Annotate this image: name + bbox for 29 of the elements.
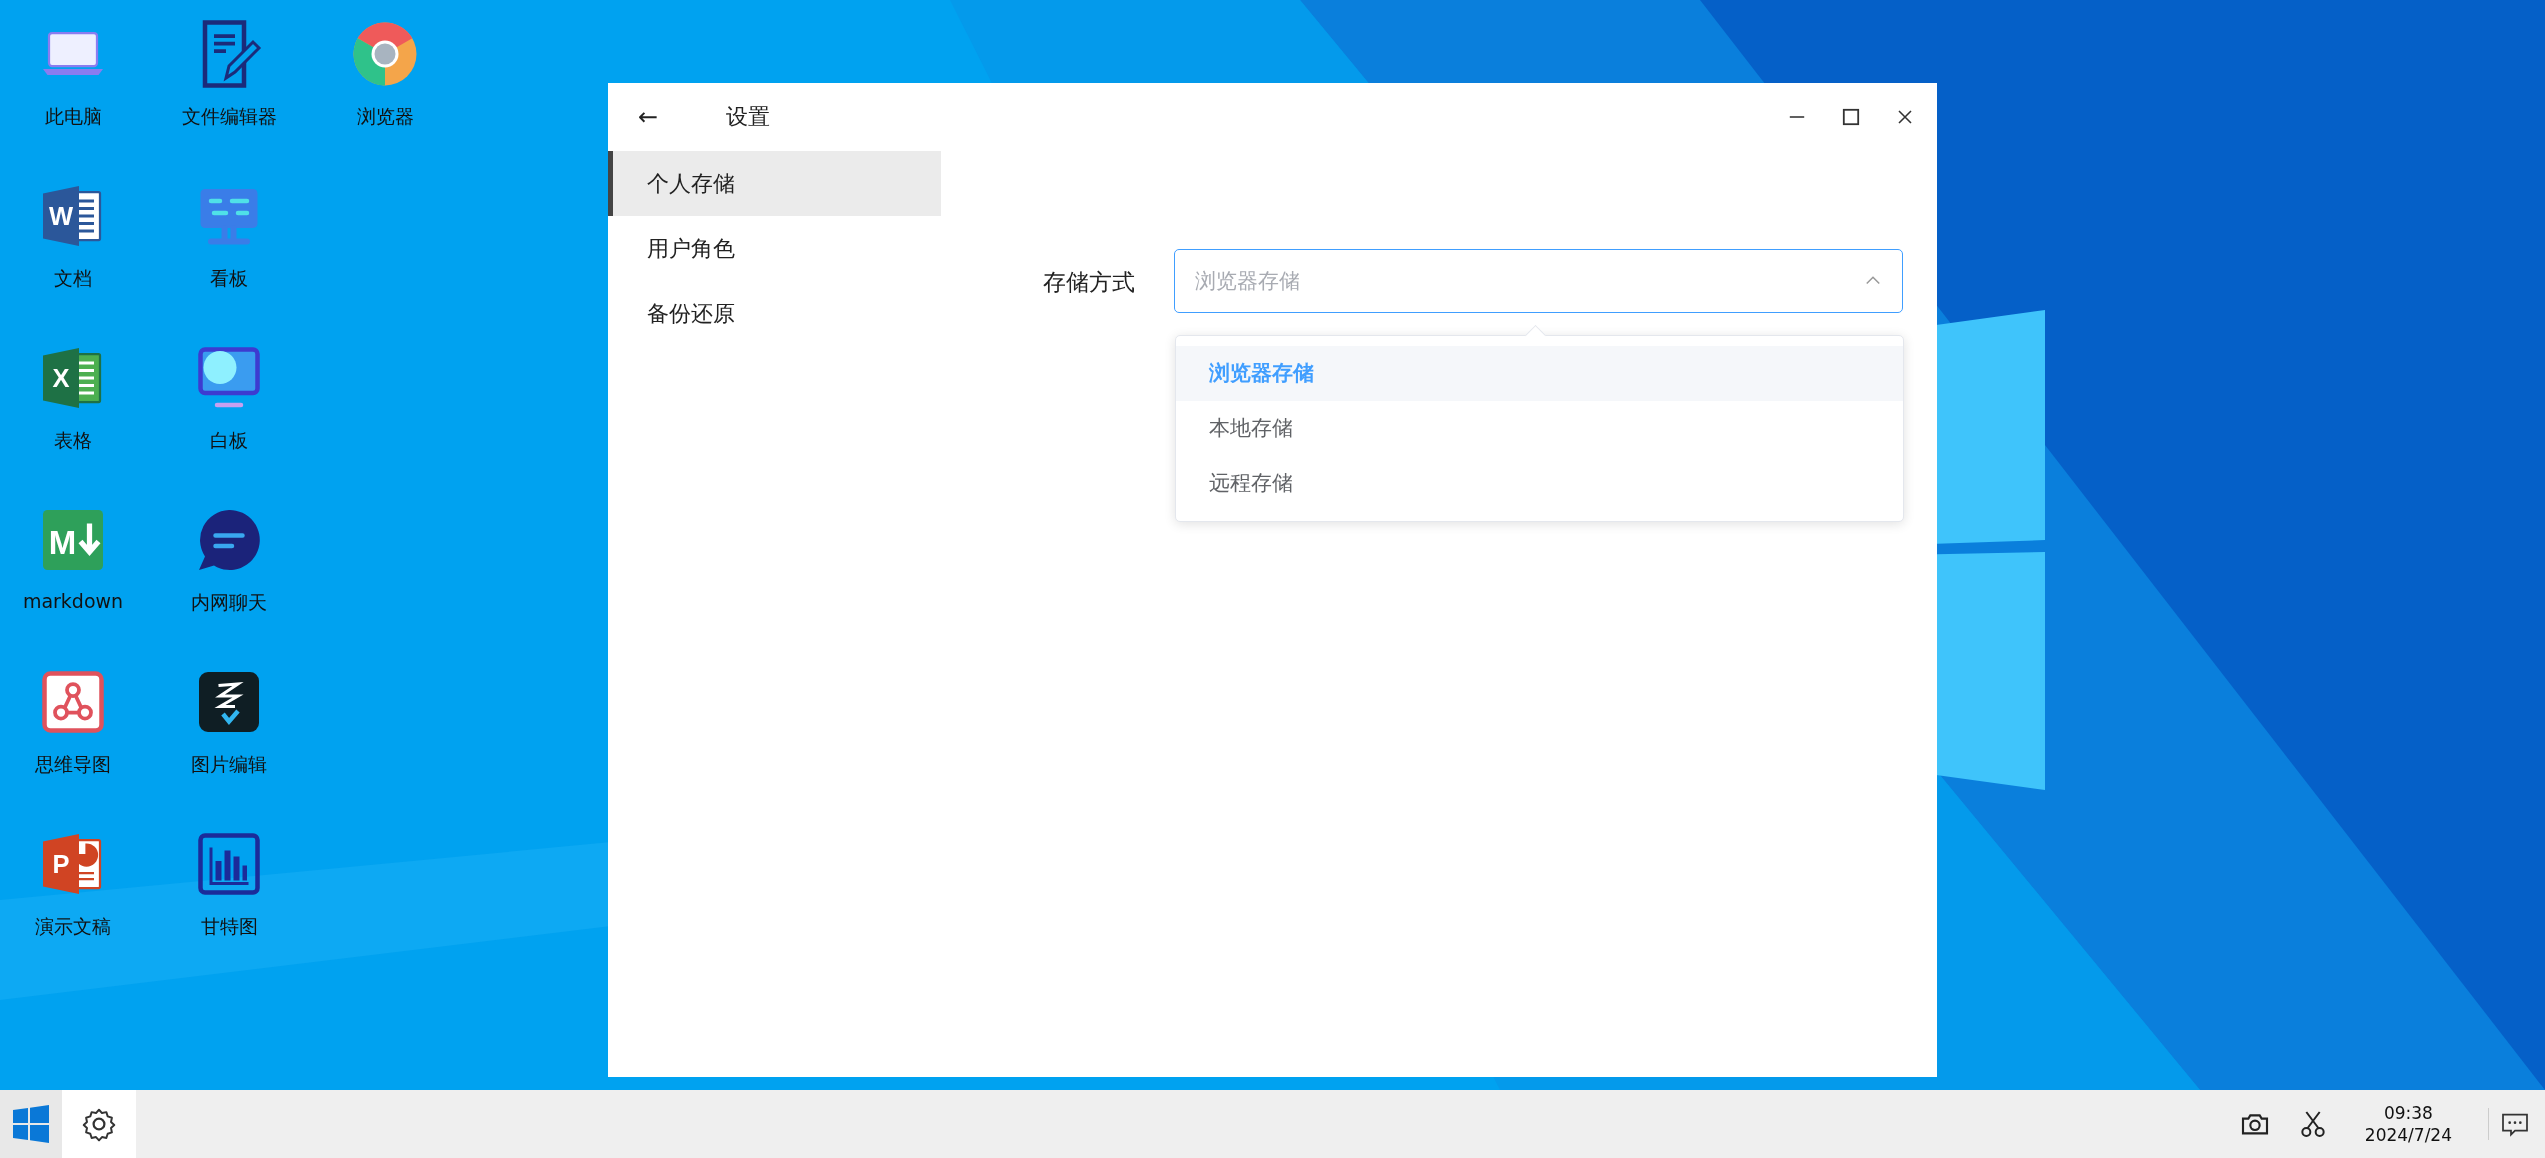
app-label: markdown — [22, 590, 124, 612]
app-label: 思维导图 — [35, 752, 111, 777]
dropdown-option[interactable]: 本地存储 — [1176, 401, 1903, 456]
app-label: 演示文稿 — [35, 914, 111, 939]
dropdown-option[interactable]: 远程存储 — [1176, 456, 1903, 511]
windows-logo-icon — [11, 1104, 51, 1144]
sidebar-item[interactable]: 用户角色 — [608, 216, 941, 281]
window-title: 设置 — [726, 103, 770, 131]
app-label: 文档 — [54, 266, 92, 291]
clock-date: 2024/7/24 — [2364, 1124, 2452, 1146]
sidebar-item[interactable]: 个人存储 — [608, 151, 941, 216]
app-label: 白板 — [210, 428, 248, 453]
app-label: 浏览器 — [356, 104, 414, 129]
app-label: 看板 — [210, 266, 248, 291]
app-label: 文件编辑器 — [181, 104, 277, 129]
app-label: 内网聊天 — [191, 590, 267, 615]
field-label: 存储方式 — [1043, 268, 1136, 297]
start-button[interactable] — [0, 1090, 62, 1158]
sidebar-item[interactable]: 备份还原 — [608, 281, 941, 346]
taskbar-app[interactable] — [62, 1090, 136, 1158]
app-label: 表格 — [54, 428, 92, 453]
back-button[interactable]: ← — [638, 103, 678, 131]
app-label: 此电脑 — [44, 104, 102, 129]
clock-time: 09:38 — [2383, 1102, 2433, 1124]
storage-select[interactable]: 浏览器存储 — [1174, 249, 1903, 313]
app-label: 图片编辑 — [191, 752, 267, 777]
notification-icon[interactable] — [2488, 1108, 2531, 1140]
settings-icon — [81, 1106, 117, 1142]
app-label: 甘特图 — [200, 914, 258, 939]
